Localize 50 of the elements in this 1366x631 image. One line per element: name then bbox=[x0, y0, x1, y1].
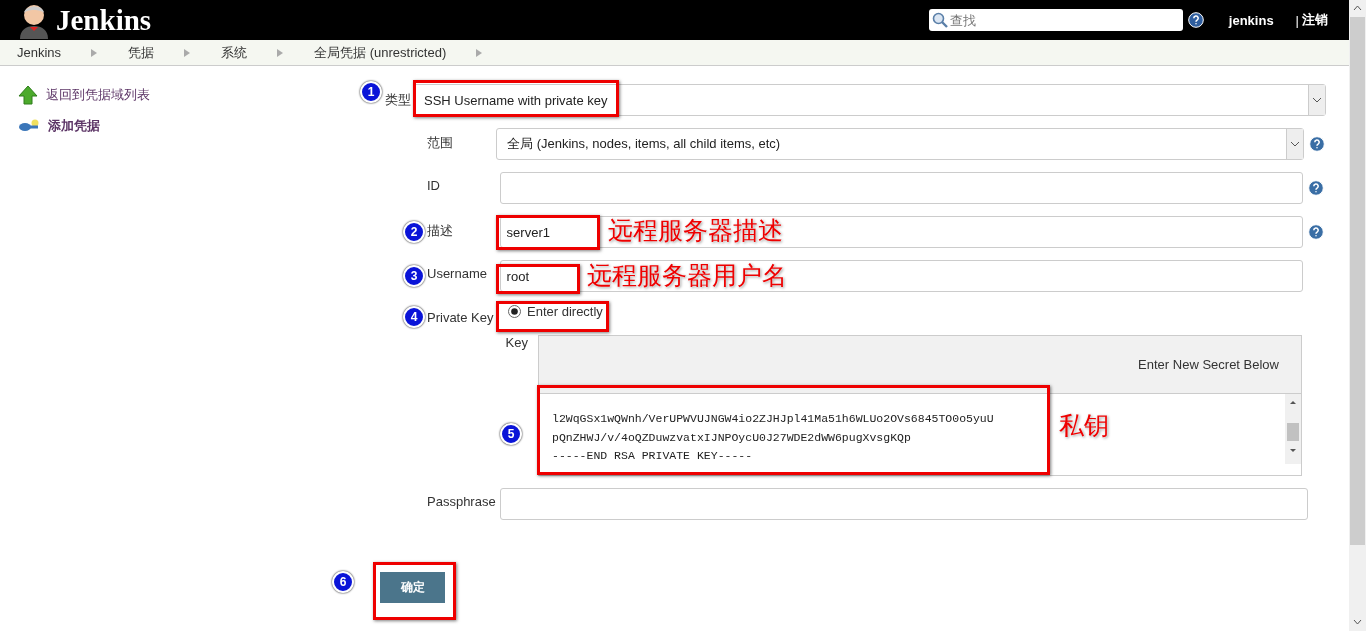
annotation-caption: 远程服务器描述 bbox=[608, 215, 783, 246]
annotation-caption: 远程服务器用户名 bbox=[587, 260, 787, 291]
sidebar-item[interactable]: 添加凭据 bbox=[18, 117, 100, 135]
field-label: 描述 bbox=[427, 222, 454, 240]
breadcrumb-link[interactable]: 系统 bbox=[221, 43, 248, 62]
step-number: 6 bbox=[332, 571, 354, 593]
logo-text[interactable]: Jenkins bbox=[56, 3, 152, 37]
step-number: 4 bbox=[403, 306, 425, 328]
search-field[interactable]: 查找 bbox=[928, 9, 1183, 31]
user-link[interactable]: jenkins bbox=[1228, 12, 1274, 28]
field-label: ID bbox=[427, 177, 441, 193]
breadcrumb-arrow-icon[interactable] bbox=[277, 48, 284, 57]
key-line: -----END RSA PRIVATE KEY----- bbox=[552, 448, 753, 464]
field-label: 范围 bbox=[427, 134, 454, 152]
field-label: Passphrase bbox=[427, 493, 497, 509]
field-label: 类型 bbox=[385, 91, 412, 109]
step-number: 1 bbox=[360, 81, 382, 103]
hint-text: Enter New Secret Below bbox=[1138, 357, 1279, 372]
step-number: 5 bbox=[500, 423, 522, 445]
scope-select[interactable]: 全局 (Jenkins, nodes, items, all child items, etc) bbox=[496, 128, 1305, 160]
step-number: 3 bbox=[403, 265, 425, 287]
radio-button[interactable] bbox=[508, 305, 521, 318]
help-icon[interactable] bbox=[1187, 12, 1204, 28]
passphrase-field[interactable] bbox=[500, 488, 1308, 520]
field-label: Username bbox=[427, 265, 488, 281]
step-number: 2 bbox=[403, 221, 425, 243]
breadcrumb-arrow-icon[interactable] bbox=[91, 48, 98, 57]
key-line: l2WqGSx1wQWnh/VerUPWVUJNGW4io2ZJHJpl41Ma51h6WLUo2OVs6845TO0o5yuU bbox=[552, 411, 994, 427]
dropdown-icon bbox=[1286, 129, 1304, 159]
search-icon bbox=[931, 12, 948, 28]
text-field[interactable] bbox=[499, 172, 1304, 204]
radio-option[interactable]: Enter directly bbox=[508, 304, 603, 319]
annotation-caption: 私钥 bbox=[1059, 410, 1109, 441]
scrollbar-drawing[interactable] bbox=[1349, 0, 1366, 631]
submit-button[interactable]: 确定 bbox=[380, 572, 445, 603]
field-label: Private Key bbox=[427, 309, 495, 325]
breadcrumb-link[interactable]: 全局凭据 (unrestricted) bbox=[314, 43, 447, 62]
separator: | bbox=[1295, 12, 1299, 28]
breadcrumb-arrow-icon[interactable] bbox=[476, 48, 483, 57]
arrow-up-icon bbox=[18, 85, 38, 105]
field-label: Key bbox=[504, 335, 529, 350]
logout-link[interactable]: 注销 bbox=[1302, 11, 1328, 29]
breadcrumb-link[interactable]: Jenkins bbox=[17, 45, 62, 60]
breadcrumb-arrow-icon[interactable] bbox=[184, 48, 191, 57]
scrollbar-drawing[interactable] bbox=[1285, 394, 1301, 464]
key-icon bbox=[18, 119, 40, 133]
sidebar-item[interactable]: 返回到凭据域列表 bbox=[18, 85, 150, 105]
dropdown-icon bbox=[1308, 85, 1325, 115]
breadcrumb-link[interactable]: 凭据 bbox=[128, 43, 155, 62]
key-line: pQnZHWJ/v/4oQZDuwzvatxIJNPOycU0J27WDE2dWW6pugXvsgKQp bbox=[552, 429, 911, 446]
